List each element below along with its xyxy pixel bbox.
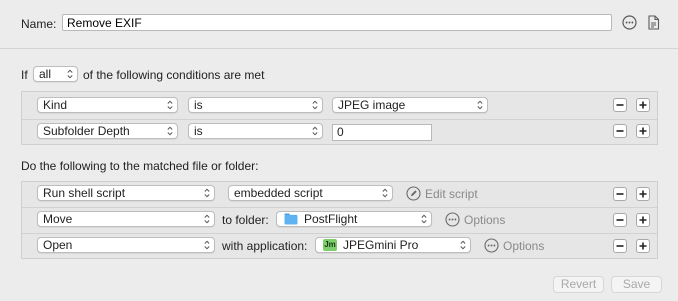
conditions-suffix: of the following conditions are met: [83, 68, 265, 82]
add-condition-button[interactable]: [636, 124, 650, 138]
open-options-link[interactable]: Options: [503, 239, 544, 253]
chevron-updown-icon: [167, 99, 173, 111]
ellipsis-circle-icon[interactable]: [445, 212, 460, 227]
name-label: Name:: [21, 17, 57, 31]
application-popup[interactable]: Jm JPEGmini Pro: [315, 237, 471, 253]
destination-folder-popup[interactable]: PostFlight: [276, 211, 432, 227]
if-label: If: [21, 68, 28, 82]
conditions-group: Kind is JPEG image Subfolder Depth is 0: [21, 91, 658, 145]
move-options-link[interactable]: Options: [464, 213, 505, 227]
action-type-popup[interactable]: Move: [37, 211, 215, 227]
action-type-value: Run shell script: [43, 186, 126, 200]
action-type-value: Move: [43, 212, 73, 226]
chevron-updown-icon: [460, 239, 466, 251]
condition-operator-value: is: [194, 124, 203, 138]
condition-value: JPEG image: [338, 98, 406, 112]
chevron-updown-icon: [167, 125, 173, 137]
condition-operator-popup[interactable]: is: [188, 123, 323, 139]
script-source-value: embedded script: [234, 186, 323, 200]
ellipsis-circle-icon[interactable]: [484, 238, 499, 253]
revert-button[interactable]: Revert: [553, 276, 604, 293]
header-divider: [0, 48, 678, 49]
condition-operator-popup[interactable]: is: [188, 97, 323, 113]
chevron-updown-icon: [382, 187, 388, 199]
pencil-circle-icon[interactable]: [406, 186, 421, 201]
remove-action-button[interactable]: [613, 187, 627, 201]
chevron-updown-icon: [421, 213, 427, 225]
save-button[interactable]: Save: [611, 276, 662, 293]
condition-value-popup[interactable]: JPEG image: [332, 97, 488, 113]
action-type-popup[interactable]: Run shell script: [37, 185, 215, 201]
rule-name-field[interactable]: [62, 14, 612, 31]
condition-attribute-value: Kind: [43, 98, 68, 112]
condition-attribute-popup[interactable]: Subfolder Depth: [37, 123, 178, 139]
row-divider: [22, 119, 657, 120]
actions-group: Run shell script embedded script Edit sc…: [21, 181, 658, 259]
destination-folder-value: PostFlight: [304, 212, 358, 226]
remove-condition-button[interactable]: [613, 98, 627, 112]
match-mode-popup[interactable]: all: [33, 66, 78, 82]
application-value: JPEGmini Pro: [343, 238, 419, 252]
to-folder-label: to folder:: [222, 213, 269, 227]
chevron-updown-icon: [204, 187, 210, 199]
add-action-button[interactable]: [636, 239, 650, 253]
jpegmini-app-icon: Jm: [323, 239, 337, 251]
add-action-button[interactable]: [636, 213, 650, 227]
row-divider: [22, 233, 657, 234]
condition-attribute-popup[interactable]: Kind: [37, 97, 178, 113]
remove-action-button[interactable]: [613, 239, 627, 253]
remove-condition-button[interactable]: [613, 124, 627, 138]
condition-operator-value: is: [194, 98, 203, 112]
condition-attribute-value: Subfolder Depth: [43, 124, 130, 138]
action-type-value: Open: [43, 238, 73, 252]
chevron-updown-icon: [477, 99, 483, 111]
chevron-updown-icon: [204, 239, 210, 251]
chevron-updown-icon: [67, 68, 73, 80]
folder-icon: [284, 213, 298, 225]
chevron-updown-icon: [312, 125, 318, 137]
chevron-updown-icon: [312, 99, 318, 111]
add-action-button[interactable]: [636, 187, 650, 201]
match-mode-value: all: [39, 67, 52, 81]
chevron-updown-icon: [204, 213, 210, 225]
script-source-popup[interactable]: embedded script: [228, 185, 393, 201]
row-divider: [22, 207, 657, 208]
remove-action-button[interactable]: [613, 213, 627, 227]
action-type-popup[interactable]: Open: [37, 237, 215, 253]
ellipsis-circle-icon[interactable]: [622, 15, 637, 30]
condition-value-field[interactable]: 0: [332, 124, 432, 141]
edit-script-link[interactable]: Edit script: [425, 187, 478, 201]
with-application-label: with application:: [222, 239, 308, 253]
document-icon[interactable]: [647, 15, 662, 30]
actions-heading: Do the following to the matched file or …: [21, 159, 259, 173]
add-condition-button[interactable]: [636, 98, 650, 112]
